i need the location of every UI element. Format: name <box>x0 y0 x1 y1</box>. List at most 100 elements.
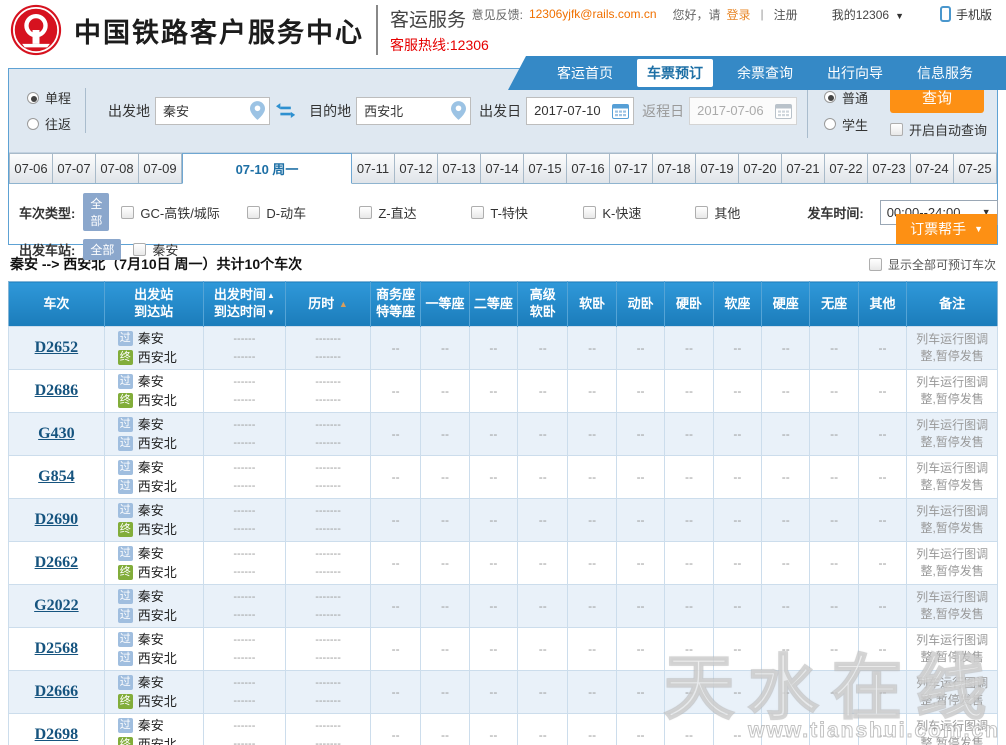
date-tab[interactable]: 07-10 周一 <box>182 153 352 184</box>
train-number-link[interactable]: D2698 <box>35 726 79 743</box>
stations-cell: 过秦安 过西安北 <box>104 585 203 628</box>
brand-right: 客运服务 客服热线:12306 <box>376 5 489 55</box>
date-tab[interactable]: 07-13 <box>438 153 481 183</box>
sort-desc-icon[interactable]: ▼ <box>267 308 275 317</box>
checkbox-icon[interactable] <box>133 243 146 256</box>
train-number-link[interactable]: D2652 <box>35 339 79 356</box>
checkbox-icon[interactable] <box>359 206 372 219</box>
seat-availability-cell: -- <box>762 499 810 542</box>
filter-checkbox[interactable]: K-快速 <box>583 203 695 222</box>
date-tab[interactable]: 07-12 <box>395 153 438 183</box>
location-pin-icon[interactable] <box>451 101 466 120</box>
seat-availability-cell: -- <box>665 499 713 542</box>
date-tab[interactable]: 07-16 <box>567 153 610 183</box>
radio-icon[interactable] <box>824 118 836 130</box>
checkbox-icon[interactable] <box>471 206 484 219</box>
to-input[interactable] <box>364 103 451 118</box>
seat-availability-cell: -- <box>616 413 664 456</box>
sort-asc-icon[interactable]: ▲ <box>267 291 275 300</box>
depart-time-value: ------ <box>204 674 286 692</box>
seat-availability-cell: -- <box>810 413 858 456</box>
radio-option[interactable]: 单程 <box>27 88 71 107</box>
radio-icon[interactable] <box>27 118 39 130</box>
mobile-version-link[interactable]: 手机版 <box>940 6 992 23</box>
date-tab[interactable]: 07-17 <box>610 153 653 183</box>
radio-icon[interactable] <box>824 91 836 103</box>
arrive-time-value: ------ <box>204 391 286 409</box>
filter-checkbox[interactable]: D-动车 <box>247 203 359 222</box>
seat-availability-cell: -- <box>713 671 761 714</box>
date-tab[interactable]: 07-14 <box>481 153 524 183</box>
date-tab[interactable]: 07-09 <box>139 153 182 183</box>
sort-asc-icon[interactable]: ▲ <box>339 299 348 309</box>
train-number-link[interactable]: D2666 <box>35 683 79 700</box>
date-tab[interactable]: 07-07 <box>53 153 96 183</box>
checkbox-icon[interactable] <box>583 206 596 219</box>
from-input[interactable] <box>163 103 250 118</box>
train-type-all-badge[interactable]: 全部 <box>83 193 109 231</box>
train-number-cell: D2568 <box>9 628 105 671</box>
nav-tab[interactable]: 出行向导 <box>810 59 900 87</box>
checkbox-icon[interactable] <box>121 206 134 219</box>
col-duration[interactable]: 历时 ▲ <box>286 282 371 327</box>
train-number-link[interactable]: G854 <box>38 468 74 485</box>
checkbox-icon[interactable] <box>247 206 260 219</box>
train-number-link[interactable]: G430 <box>38 425 74 442</box>
date-tab[interactable]: 07-15 <box>524 153 567 183</box>
checkbox-icon[interactable] <box>890 123 903 136</box>
register-link[interactable]: 注册 <box>774 6 798 23</box>
train-number-link[interactable]: D2568 <box>35 640 79 657</box>
date-tab[interactable]: 07-06 <box>9 153 53 183</box>
my-12306-menu[interactable]: 我的12306▼ <box>832 6 904 23</box>
auto-query-checkbox[interactable]: 开启自动查询 <box>890 120 987 139</box>
col-times[interactable]: 出发时间▲ 到达时间▼ <box>203 282 286 327</box>
date-tab[interactable]: 07-18 <box>653 153 696 183</box>
date-tab[interactable]: 07-21 <box>782 153 825 183</box>
train-number-link[interactable]: D2690 <box>35 511 79 528</box>
train-number-link[interactable]: D2686 <box>35 382 79 399</box>
nav-tab[interactable]: 客运首页 <box>540 59 630 87</box>
times-cell: ------------ <box>203 413 286 456</box>
duration-cell: -------------- <box>286 671 371 714</box>
seat-availability-cell: -- <box>370 413 420 456</box>
duration-cell: -------------- <box>286 456 371 499</box>
date-tab[interactable]: 07-08 <box>96 153 139 183</box>
date-tab[interactable]: 07-20 <box>739 153 782 183</box>
date-tab[interactable]: 07-23 <box>868 153 911 183</box>
depart-date-input[interactable] <box>534 103 612 118</box>
nav-tab[interactable]: 余票查询 <box>720 59 810 87</box>
date-tab[interactable]: 07-11 <box>352 153 395 183</box>
nav-tab[interactable]: 车票预订 <box>637 59 713 87</box>
booking-helper-button[interactable]: 订票帮手 ▼ <box>896 214 997 244</box>
train-number-link[interactable]: G2022 <box>34 597 78 614</box>
train-number-link[interactable]: D2662 <box>35 554 79 571</box>
return-date-input[interactable] <box>697 103 775 118</box>
from-station-name: 秦安 <box>138 501 164 520</box>
date-tab[interactable]: 07-25 <box>954 153 997 183</box>
radio-option[interactable]: 普通 <box>824 88 868 107</box>
location-pin-icon[interactable] <box>250 101 265 120</box>
col-train[interactable]: 车次 <box>9 282 105 327</box>
calendar-icon[interactable] <box>612 103 629 119</box>
duration-value: ------- <box>286 330 370 348</box>
filter-checkbox[interactable]: 秦安 <box>133 240 259 259</box>
date-tab[interactable]: 07-24 <box>911 153 954 183</box>
filter-checkbox[interactable]: Z-直达 <box>359 203 471 222</box>
radio-icon[interactable] <box>27 92 39 104</box>
date-tab[interactable]: 07-22 <box>825 153 868 183</box>
swap-stations-icon[interactable] <box>276 102 295 120</box>
radio-option[interactable]: 往返 <box>27 114 71 133</box>
date-tab[interactable]: 07-19 <box>696 153 739 183</box>
radio-option[interactable]: 学生 <box>824 115 868 134</box>
duration-value: ------- <box>286 545 370 563</box>
depart-station-all-badge[interactable]: 全部 <box>83 239 121 260</box>
nav-tab[interactable]: 信息服务 <box>900 59 990 87</box>
filter-checkbox[interactable]: T-特快 <box>471 203 583 222</box>
remark-text: 列车运行图调整,暂停发售 <box>907 331 997 366</box>
checkbox-icon[interactable] <box>695 206 708 219</box>
seat-availability-cell: -- <box>616 585 664 628</box>
login-link[interactable]: 登录 <box>727 6 751 23</box>
feedback-email-link[interactable]: 12306yjfk@rails.com.cn <box>529 7 657 21</box>
filter-checkbox[interactable]: 其他 <box>695 203 807 222</box>
filter-checkbox[interactable]: GC-高铁/城际 <box>121 203 247 222</box>
